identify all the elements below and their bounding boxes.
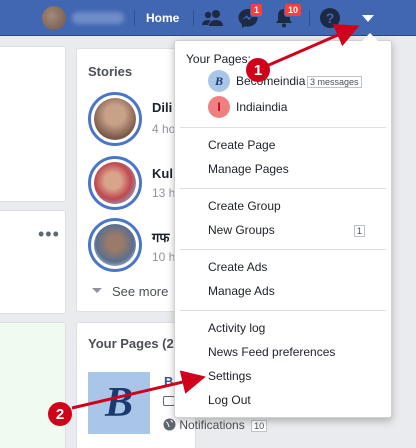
divider: [134, 10, 135, 26]
notifications-badge: 10: [284, 3, 303, 17]
menu-divider: [180, 310, 386, 311]
page-avatar[interactable]: B: [208, 70, 230, 92]
messages-badge: 3 messages: [307, 76, 362, 88]
menu-settings[interactable]: Settings: [208, 369, 251, 383]
home-link[interactable]: Home: [146, 11, 179, 25]
menu-news-feed-preferences[interactable]: News Feed preferences: [208, 345, 335, 359]
story-avatar[interactable]: [88, 92, 142, 146]
menu-log-out[interactable]: Log Out: [208, 393, 251, 407]
menu-divider: [180, 127, 386, 128]
step-2-marker: 2: [48, 402, 72, 426]
stories-title: Stories: [88, 64, 133, 79]
chevron-down-icon: [92, 288, 102, 293]
story-time: 13 h: [152, 186, 176, 200]
menu-create-ads[interactable]: Create Ads: [208, 260, 267, 274]
story-time: 10 h: [152, 250, 176, 264]
more-options-icon[interactable]: •••: [38, 224, 60, 245]
new-groups-count-badge: 1: [354, 225, 366, 237]
menu-create-group[interactable]: Create Group: [208, 199, 281, 213]
menu-page-indiaindia[interactable]: Indiaindia: [236, 100, 287, 114]
menu-divider: [180, 249, 386, 250]
your-pages-header: Your Pages:: [186, 52, 251, 66]
menu-create-page[interactable]: Create Page: [208, 138, 275, 152]
notifications-icon[interactable]: 10: [272, 3, 303, 30]
help-icon[interactable]: ?: [318, 6, 344, 30]
profile-avatar[interactable]: [42, 6, 66, 30]
messenger-icon[interactable]: 1: [236, 3, 264, 30]
svg-text:?: ?: [326, 10, 335, 26]
feed-card: [0, 322, 66, 448]
top-navigation-bar: Home 1 10 ?: [0, 0, 416, 36]
story-name[interactable]: Kul: [152, 166, 173, 181]
menu-divider: [180, 188, 386, 189]
step-1-marker: 1: [246, 58, 270, 82]
feed-card: [0, 46, 66, 202]
account-menu-icon[interactable]: [356, 6, 382, 30]
page-notifications-row[interactable]: Notifications 10: [163, 418, 268, 432]
menu-manage-pages[interactable]: Manage Pages: [208, 162, 289, 176]
story-avatar[interactable]: [88, 156, 142, 210]
menu-manage-ads[interactable]: Manage Ads: [208, 284, 275, 298]
story-avatar[interactable]: [88, 218, 142, 272]
menu-new-groups[interactable]: New Groups: [208, 223, 275, 237]
page-name[interactable]: B: [164, 374, 173, 389]
globe-icon: [163, 418, 176, 431]
story-name[interactable]: Dili: [152, 100, 172, 115]
see-more-link[interactable]: See more: [112, 284, 168, 299]
notifications-count-badge: 10: [251, 420, 268, 432]
page-thumbnail[interactable]: B: [88, 372, 150, 434]
menu-caret: [362, 33, 378, 41]
profile-name-blurred[interactable]: [72, 12, 124, 24]
notifications-label: Notifications: [179, 418, 245, 432]
menu-activity-log[interactable]: Activity log: [208, 321, 265, 335]
divider: [193, 10, 194, 26]
friends-icon[interactable]: [200, 6, 226, 30]
story-name[interactable]: गफ: [152, 228, 169, 246]
divider: [309, 10, 310, 26]
story-time: 4 ho: [152, 122, 176, 136]
messenger-badge: 1: [250, 3, 264, 17]
menu-page-becomeindia[interactable]: Becomeindia: [236, 74, 305, 88]
page-avatar[interactable]: I: [208, 96, 230, 118]
your-pages-title: Your Pages (2: [88, 336, 174, 351]
